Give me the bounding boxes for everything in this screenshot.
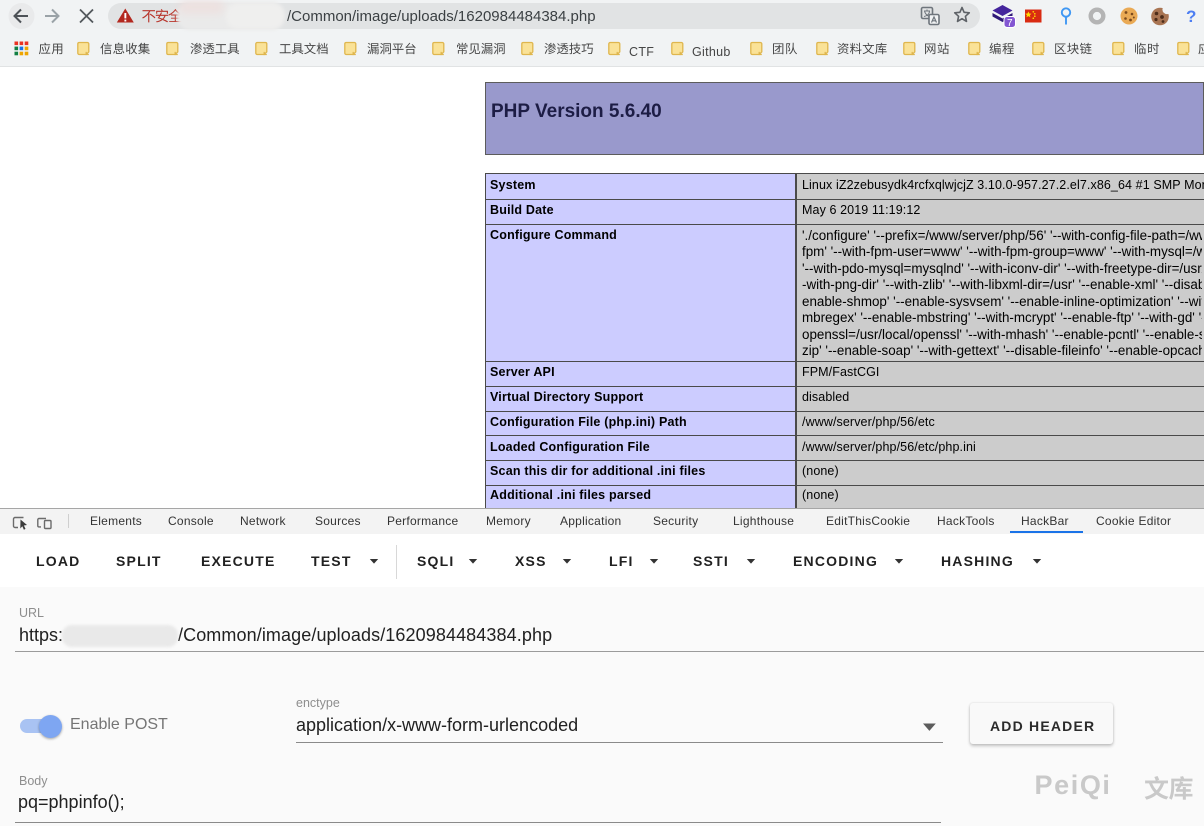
svg-text:7: 7 <box>1007 18 1013 29</box>
svg-text:?: ? <box>1186 7 1196 26</box>
